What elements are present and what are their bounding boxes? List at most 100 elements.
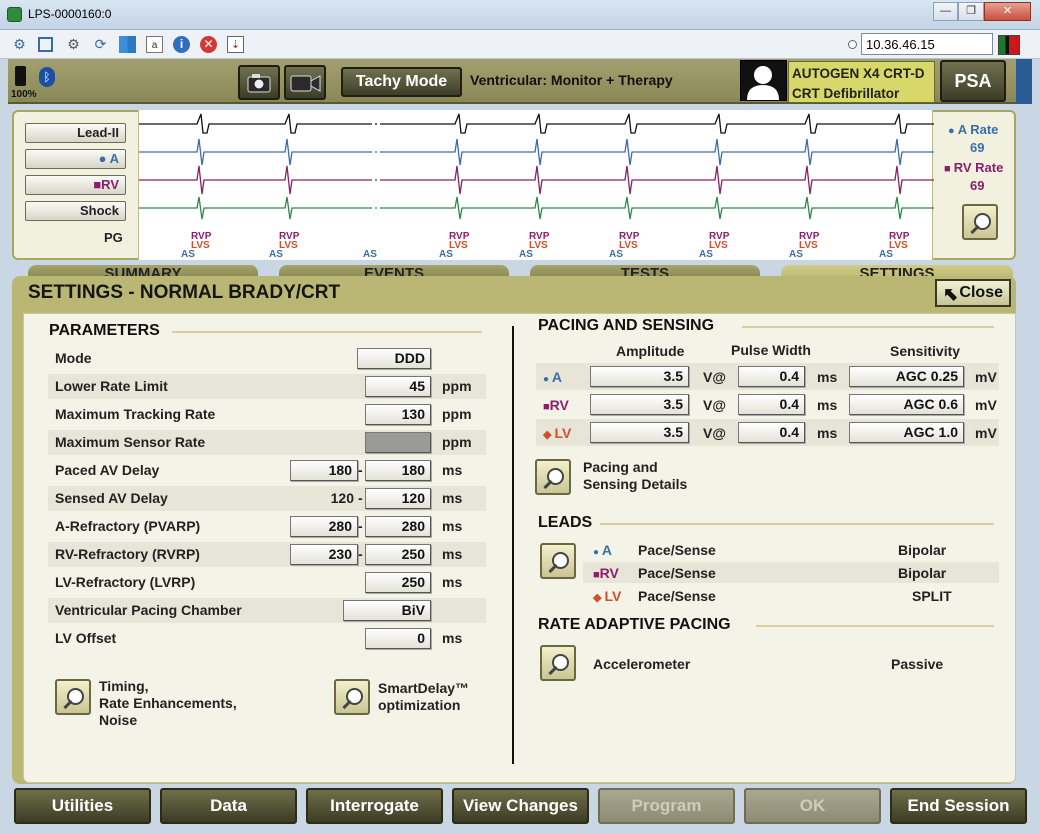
vpc-field[interactable]: BiV — [343, 600, 431, 621]
mode-field[interactable]: DDD — [357, 348, 431, 369]
ok-button: OK — [744, 788, 881, 824]
sav-label: Sensed AV Delay — [55, 490, 168, 506]
person-icon — [747, 66, 779, 100]
sensitivity-rv-field[interactable]: AGC 0.6 — [849, 394, 964, 415]
pulse-width-a-field[interactable]: 0.4 — [738, 366, 805, 387]
keyboard-icon[interactable]: a — [146, 36, 163, 53]
timing-details-button[interactable] — [55, 679, 91, 715]
amplitude-a-field[interactable]: 3.5 — [590, 366, 689, 387]
amplitude-rv-unit: V@ — [703, 397, 726, 413]
smartdelay-button[interactable] — [334, 679, 370, 715]
rvrp-unit: ms — [442, 546, 463, 562]
video-camera-icon — [290, 75, 321, 92]
leads-details-button[interactable] — [540, 543, 576, 579]
camera-button[interactable] — [238, 65, 280, 100]
as-marker: AS — [181, 249, 195, 260]
amplitude-a-unit: V@ — [703, 369, 726, 385]
rvrp-dash: - — [358, 546, 363, 562]
patient-avatar[interactable] — [740, 60, 787, 101]
sensitivity-lv-field[interactable]: AGC 1.0 — [849, 422, 964, 443]
device-model: AUTOGEN X4 CRT-D — [792, 66, 925, 81]
lrl-field[interactable]: 45 — [365, 376, 431, 397]
as-marker: AS — [439, 249, 453, 260]
arp-label: A-Refractory (PVARP) — [55, 518, 201, 534]
as-marker: AS — [609, 249, 623, 260]
lvo-field[interactable]: 0 — [365, 628, 431, 649]
pacing-chan-rv: ■RV — [543, 397, 569, 413]
psa-button[interactable]: PSA — [940, 60, 1006, 102]
arp-min-field[interactable]: 280 — [290, 516, 358, 537]
trace-gap — [372, 110, 375, 220]
tachy-mode-button[interactable]: Tachy Mode — [341, 67, 462, 97]
amplitude-lv-field[interactable]: 3.5 — [590, 422, 689, 443]
lead-chan-rv: ■RV — [593, 565, 619, 581]
lead-type-lv: Pace/Sense — [638, 588, 716, 604]
pulse-width-rv-field[interactable]: 0.4 — [738, 394, 805, 415]
fullscreen-icon[interactable] — [38, 37, 53, 52]
lead-rv-label: RV — [101, 177, 119, 192]
utilities-button[interactable]: Utilities — [14, 788, 151, 824]
sensitivity-a-field[interactable]: AGC 0.25 — [849, 366, 964, 387]
gears-icon[interactable]: ⚙ — [11, 36, 28, 53]
rvrp-min-field[interactable]: 230 — [290, 544, 358, 565]
device-info: AUTOGEN X4 CRT-D CRT Defibrillator — [788, 61, 935, 103]
sensor-label: Accelerometer — [593, 656, 691, 672]
lead-ii-trace — [139, 113, 934, 134]
ip-radio[interactable] — [848, 40, 857, 49]
windows-icon[interactable] — [119, 36, 136, 53]
a-rate-value: 69 — [970, 140, 985, 155]
minimize-button[interactable]: — — [933, 2, 958, 21]
end-session-button[interactable]: End Session — [890, 788, 1027, 824]
interrogate-button[interactable]: Interrogate — [306, 788, 443, 824]
battery-icon — [15, 66, 26, 86]
pacing-title: PACING AND SENSING — [538, 317, 715, 334]
arp-max-field[interactable]: 280 — [365, 516, 431, 537]
lead-rv-button[interactable]: ■RV — [25, 175, 126, 195]
pav-max-field[interactable]: 180 — [365, 460, 431, 481]
settings-icon[interactable]: ⚙ — [65, 36, 82, 53]
refresh-icon[interactable]: ⟳ — [92, 36, 109, 53]
pacing-details-button[interactable] — [535, 459, 571, 495]
lead-shock-button[interactable]: Shock — [25, 201, 126, 221]
data-button[interactable]: Data — [160, 788, 297, 824]
lvrp-field[interactable]: 250 — [365, 572, 431, 593]
ecg-magnify-button[interactable] — [962, 204, 998, 240]
transfer-icon[interactable]: ⇣ — [227, 36, 244, 53]
info-icon[interactable]: i — [173, 36, 190, 53]
rvrp-max-field[interactable]: 250 — [365, 544, 431, 565]
pulse-width-rv-unit: ms — [817, 397, 838, 413]
pulse-width-lv-field[interactable]: 0.4 — [738, 422, 805, 443]
msr-field — [365, 432, 431, 453]
close-window-button[interactable]: ✕ — [984, 2, 1031, 21]
video-button[interactable] — [284, 65, 326, 100]
rate-adaptive-details-button[interactable] — [540, 645, 576, 681]
amplitude-header: Amplitude — [616, 343, 685, 359]
lead-type-a: Pace/Sense — [638, 542, 716, 558]
rvrp-label: RV-Refractory (RVRP) — [55, 546, 200, 562]
close-settings-button[interactable]: ⬉ Close — [935, 279, 1011, 307]
bluetooth-icon: ᛒ — [39, 67, 55, 87]
stop-icon[interactable]: ✕ — [200, 36, 217, 53]
app-icon — [7, 7, 22, 22]
lead-a-button[interactable]: ● A — [25, 149, 126, 169]
amplitude-rv-field[interactable]: 3.5 — [590, 394, 689, 415]
lead-chan-a: ● A — [593, 542, 612, 558]
pacing-details-label: Pacing and Sensing Details — [583, 459, 688, 492]
mode-label: Mode — [55, 350, 92, 366]
flag-icon — [998, 35, 1020, 55]
lead-ii-button[interactable]: Lead-II — [25, 123, 126, 143]
ip-address-input[interactable] — [861, 33, 993, 55]
trace-gap — [377, 110, 380, 220]
pav-min-field[interactable]: 180 — [290, 460, 358, 481]
rv-trace — [139, 165, 934, 195]
vpc-label: Ventricular Pacing Chamber — [55, 602, 242, 618]
pacing-rule — [742, 326, 994, 328]
maximize-button[interactable]: ❐ — [958, 2, 984, 21]
sensitivity-rv-unit: mV — [975, 397, 997, 413]
sensitivity-lv-unit: mV — [975, 425, 997, 441]
mtr-field[interactable]: 130 — [365, 404, 431, 425]
sav-max-field[interactable]: 120 — [365, 488, 431, 509]
view-changes-button[interactable]: View Changes — [452, 788, 589, 824]
as-marker: AS — [269, 249, 283, 260]
camera-icon — [247, 74, 271, 93]
